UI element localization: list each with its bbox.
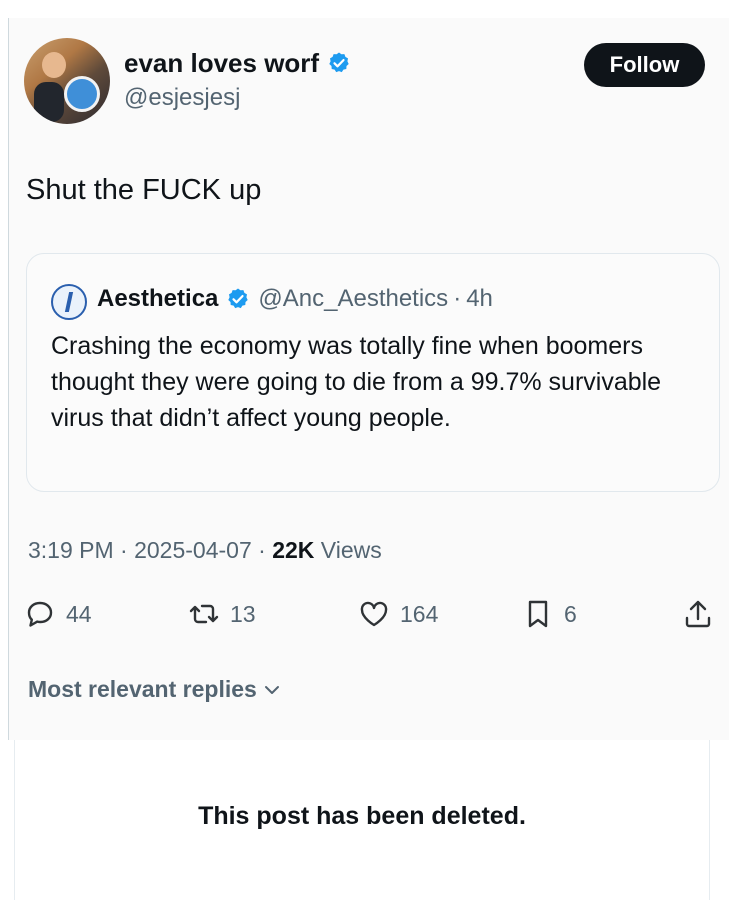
deleted-message: This post has been deleted. xyxy=(198,802,526,830)
author-name[interactable]: evan loves worf xyxy=(124,48,319,78)
quote-time[interactable]: 4h xyxy=(466,284,493,314)
bookmark-icon xyxy=(528,600,548,628)
quote-text: Crashing the economy was totally fine wh… xyxy=(51,332,662,432)
views-label: Views xyxy=(314,537,382,563)
post-timestamp[interactable]: 3:19 PM · 2025-04-07 · xyxy=(28,537,272,563)
quote-header: Aesthetica @Anc_Aesthetics · 4h xyxy=(97,284,493,314)
follow-button[interactable]: Follow xyxy=(584,43,705,87)
share-upload-icon[interactable] xyxy=(682,598,714,630)
author-avatar[interactable] xyxy=(24,38,110,124)
verified-badge-icon xyxy=(329,52,349,73)
top-margin xyxy=(0,0,732,18)
author-handle[interactable]: @esjesjesj xyxy=(124,84,240,112)
post-text: Shut the FUCK up xyxy=(26,174,262,206)
verified-badge-icon xyxy=(228,288,249,309)
quoted-post-card[interactable]: Aesthetica @Anc_Aesthetics · 4h Crashing… xyxy=(26,253,720,492)
quote-author-handle[interactable]: @Anc_Aesthetics xyxy=(258,284,448,314)
replies-sort-label: Most relevant replies xyxy=(28,676,257,702)
quote-separator: · xyxy=(453,285,462,312)
author-name-row[interactable]: evan loves worf xyxy=(124,48,351,78)
repost-action[interactable]: 13 xyxy=(188,598,256,630)
avatar-plush-toy xyxy=(64,76,100,112)
post-meta: 3:19 PM · 2025-04-07 · 22K Views xyxy=(28,537,382,564)
deleted-reply-card: This post has been deleted. xyxy=(14,740,710,900)
bookmark-count: 6 xyxy=(564,600,577,627)
heart-icon xyxy=(360,601,388,627)
views-count: 22K xyxy=(272,537,315,563)
replies-sort-dropdown[interactable]: Most relevant replies xyxy=(28,676,281,703)
repost-arrows-icon xyxy=(189,604,219,624)
repost-count: 13 xyxy=(230,600,256,627)
reply-action[interactable]: 44 xyxy=(24,598,92,630)
like-action[interactable]: 164 xyxy=(358,598,438,630)
avatar-shirt xyxy=(34,82,64,122)
bookmark-action[interactable]: 6 xyxy=(522,598,577,630)
like-count: 164 xyxy=(400,600,439,627)
speech-bubble-icon xyxy=(27,601,53,627)
reply-count: 44 xyxy=(66,600,92,627)
avatar-face xyxy=(42,52,66,78)
quote-author-avatar[interactable] xyxy=(51,284,87,320)
quote-author-name[interactable]: Aesthetica xyxy=(97,284,218,314)
chevron-down-icon xyxy=(264,685,279,694)
